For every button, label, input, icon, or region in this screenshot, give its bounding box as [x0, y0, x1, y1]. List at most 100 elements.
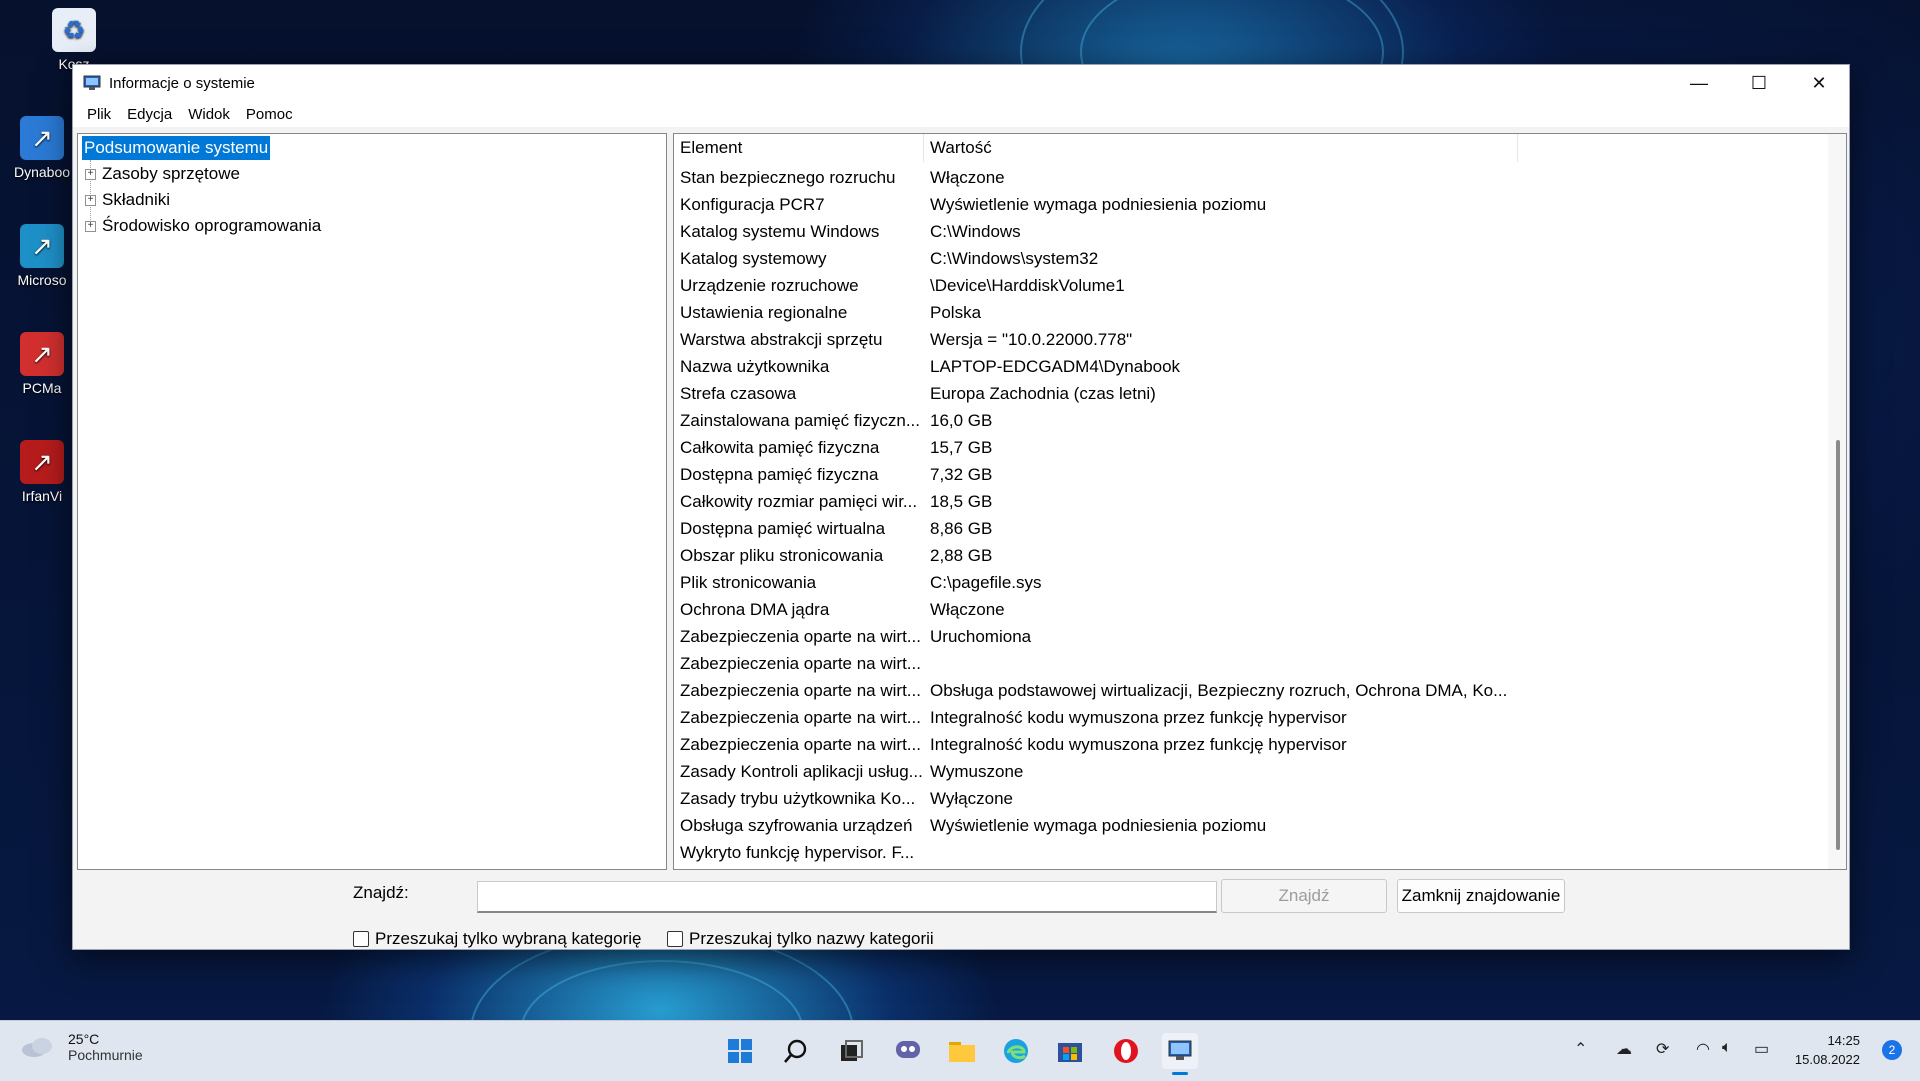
- table-row[interactable]: Dostępna pamięć wirtualna 8,86 GB: [674, 515, 1824, 542]
- table-row[interactable]: Ochrona DMA jądra Włączone: [674, 596, 1824, 623]
- system-info-icon[interactable]: [1162, 1033, 1198, 1075]
- row-element-cell: Nazwa użytkownika: [680, 357, 830, 376]
- row-element-cell: Dostępna pamięć fizyczna: [680, 465, 879, 484]
- weather-temperature: 25°C: [68, 1031, 100, 1047]
- wifi-icon[interactable]: ◠: [1696, 1039, 1710, 1059]
- table-row[interactable]: Ustawienia regionalne Polska: [674, 299, 1824, 326]
- column-header-element[interactable]: Element: [674, 134, 924, 162]
- scrollbar-thumb[interactable]: [1836, 440, 1840, 850]
- active-app-indicator: [1172, 1072, 1188, 1075]
- vertical-scrollbar[interactable]: [1828, 134, 1846, 869]
- find-button[interactable]: Znajdź: [1221, 879, 1387, 913]
- shortcut-icon: ↗: [20, 116, 64, 160]
- table-row[interactable]: Zabezpieczenia oparte na wirt... Integral…: [674, 704, 1824, 731]
- expand-icon[interactable]: +: [85, 195, 96, 206]
- checkbox-box[interactable]: [353, 931, 369, 947]
- table-row[interactable]: Całkowita pamięć fizyczna 15,7 GB: [674, 434, 1824, 461]
- table-row[interactable]: Strefa czasowa Europa Zachodnia (czas let…: [674, 380, 1824, 407]
- window-title: Informacje o systemie: [109, 74, 255, 92]
- weather-widget[interactable]: 25°C Pochmurnie: [20, 1031, 143, 1063]
- row-element-cell: Obszar pliku stronicowania: [680, 546, 884, 565]
- search-category-names-checkbox[interactable]: Przeszukaj tylko nazwy kategorii: [667, 929, 934, 949]
- table-row[interactable]: Zabezpieczenia oparte na wirt... Integral…: [674, 731, 1824, 758]
- table-row[interactable]: Całkowity rozmiar pamięci wir... 18,5 GB: [674, 488, 1824, 515]
- row-value-cell: 15,7 GB: [930, 438, 993, 457]
- onedrive-icon[interactable]: ☁: [1616, 1039, 1632, 1059]
- category-tree[interactable]: Podsumowanie systemu + Zasoby sprzętowe …: [77, 133, 667, 870]
- minimize-button[interactable]: —: [1669, 65, 1729, 101]
- table-row[interactable]: Katalog systemowy C:\Windows\system32: [674, 245, 1824, 272]
- tree-item-components[interactable]: Składniki: [102, 188, 170, 212]
- battery-icon[interactable]: ▭: [1754, 1039, 1769, 1059]
- file-explorer-icon[interactable]: [944, 1033, 980, 1069]
- system-info-window: Informacje o systemie — ☐ ✕ Plik Edycja …: [72, 64, 1850, 950]
- row-element-cell: Ochrona DMA jądra: [680, 600, 830, 619]
- start-icon[interactable]: [722, 1033, 758, 1069]
- close-button[interactable]: ✕: [1789, 65, 1849, 101]
- table-row[interactable]: Zasady trybu użytkownika Ko... Wyłączone: [674, 785, 1824, 812]
- expand-icon[interactable]: +: [85, 169, 96, 180]
- search-icon[interactable]: [778, 1033, 814, 1069]
- tree-item-software-environment[interactable]: Środowisko oprogramowania: [102, 214, 321, 238]
- chat-icon[interactable]: [890, 1033, 926, 1069]
- menu-view[interactable]: Widok: [180, 106, 238, 123]
- row-value-cell: C:\Windows\system32: [930, 249, 1099, 268]
- opera-icon[interactable]: [1108, 1033, 1144, 1069]
- edge-icon[interactable]: [998, 1033, 1034, 1069]
- row-element-cell: Strefa czasowa: [680, 384, 797, 403]
- table-row[interactable]: Konfiguracja PCR7 Wyświetlenie wymaga pod…: [674, 191, 1824, 218]
- tree-item-hardware-resources[interactable]: Zasoby sprzętowe: [102, 162, 240, 186]
- table-row[interactable]: Wykryto funkcję hypervisor. F...: [674, 839, 1824, 866]
- find-input[interactable]: [477, 881, 1217, 913]
- row-element-cell: Urządzenie rozruchowe: [680, 276, 859, 295]
- table-row[interactable]: Stan bezpiecznego rozruchu Włączone: [674, 164, 1824, 191]
- store-icon[interactable]: [1052, 1033, 1088, 1069]
- table-row[interactable]: Dostępna pamięć fizyczna 7,32 GB: [674, 461, 1824, 488]
- table-row[interactable]: Katalog systemu Windows C:\Windows: [674, 218, 1824, 245]
- maximize-button[interactable]: ☐: [1729, 65, 1789, 101]
- details-list[interactable]: Element Wartość Stan bezpiecznego rozruc…: [673, 133, 1847, 870]
- row-element-cell: Zasady Kontroli aplikacji usług...: [680, 762, 923, 781]
- table-row[interactable]: Plik stronicowania C:\pagefile.sys: [674, 569, 1824, 596]
- find-bar: Znajdź: Znajdź Zamknij znajdowanie Przes…: [73, 873, 1849, 949]
- close-find-button[interactable]: Zamknij znajdowanie: [1397, 879, 1565, 913]
- table-row[interactable]: Zabezpieczenia oparte na wirt...: [674, 650, 1824, 677]
- search-selected-category-checkbox[interactable]: Przeszukaj tylko wybraną kategorię: [353, 929, 641, 949]
- menu-edit[interactable]: Edycja: [119, 106, 180, 123]
- shortcut-icon: ↗: [20, 332, 64, 376]
- row-element-cell: Stan bezpiecznego rozruchu: [680, 168, 896, 187]
- table-row[interactable]: Zabezpieczenia oparte na wirt... Uruchomi…: [674, 623, 1824, 650]
- desktop-icon-recycle-bin[interactable]: ♻ Kosz: [14, 8, 134, 72]
- row-value-cell: Wyświetlenie wymaga podniesienia poziomu: [930, 816, 1267, 835]
- table-row[interactable]: Zasady Kontroli aplikacji usług... Wymusz…: [674, 758, 1824, 785]
- chevron-up-icon[interactable]: ⌃: [1574, 1039, 1587, 1059]
- list-rows: Stan bezpiecznego rozruchu Włączone Konfig…: [674, 164, 1824, 866]
- task-view-icon[interactable]: [834, 1033, 870, 1069]
- table-row[interactable]: Warstwa abstrakcji sprzętu Wersja = "10.0…: [674, 326, 1824, 353]
- table-row[interactable]: Urządzenie rozruchowe \Device\HarddiskVol…: [674, 272, 1824, 299]
- row-value-cell: Polska: [930, 303, 982, 322]
- table-row[interactable]: Zainstalowana pamięć fizyczn... 16,0 GB: [674, 407, 1824, 434]
- table-row[interactable]: Zabezpieczenia oparte na wirt... Obsługa …: [674, 677, 1824, 704]
- sync-icon[interactable]: ⟳: [1656, 1039, 1669, 1059]
- table-row[interactable]: Obszar pliku stronicowania 2,88 GB: [674, 542, 1824, 569]
- row-element-cell: Zasady trybu użytkownika Ko...: [680, 789, 916, 808]
- column-header-value[interactable]: Wartość: [924, 134, 1518, 162]
- menu-bar: Plik Edycja Widok Pomoc: [73, 101, 1849, 127]
- row-value-cell: [924, 839, 1518, 866]
- row-value-cell: Integralność kodu wymuszona przez funkcj…: [930, 735, 1347, 754]
- notification-badge[interactable]: 2: [1882, 1040, 1902, 1060]
- table-row[interactable]: Nazwa użytkownika LAPTOP-EDCGADM4\Dynaboo…: [674, 353, 1824, 380]
- row-element-cell: Zabezpieczenia oparte na wirt...: [680, 681, 921, 700]
- checkbox-box[interactable]: [667, 931, 683, 947]
- tree-item-system-summary[interactable]: Podsumowanie systemu: [82, 136, 271, 160]
- menu-file[interactable]: Plik: [79, 106, 119, 123]
- volume-icon[interactable]: 🔈︎: [1722, 1039, 1732, 1057]
- expand-icon[interactable]: +: [85, 221, 96, 232]
- table-row[interactable]: Obsługa szyfrowania urządzeń Wyświetlenie…: [674, 812, 1824, 839]
- row-element-cell: Zabezpieczenia oparte na wirt...: [680, 708, 921, 727]
- title-bar[interactable]: Informacje o systemie — ☐ ✕: [73, 65, 1849, 101]
- menu-help[interactable]: Pomoc: [238, 106, 301, 123]
- clock[interactable]: 14:25 15.08.2022: [1795, 1031, 1860, 1069]
- row-value-cell: C:\pagefile.sys: [930, 573, 1042, 592]
